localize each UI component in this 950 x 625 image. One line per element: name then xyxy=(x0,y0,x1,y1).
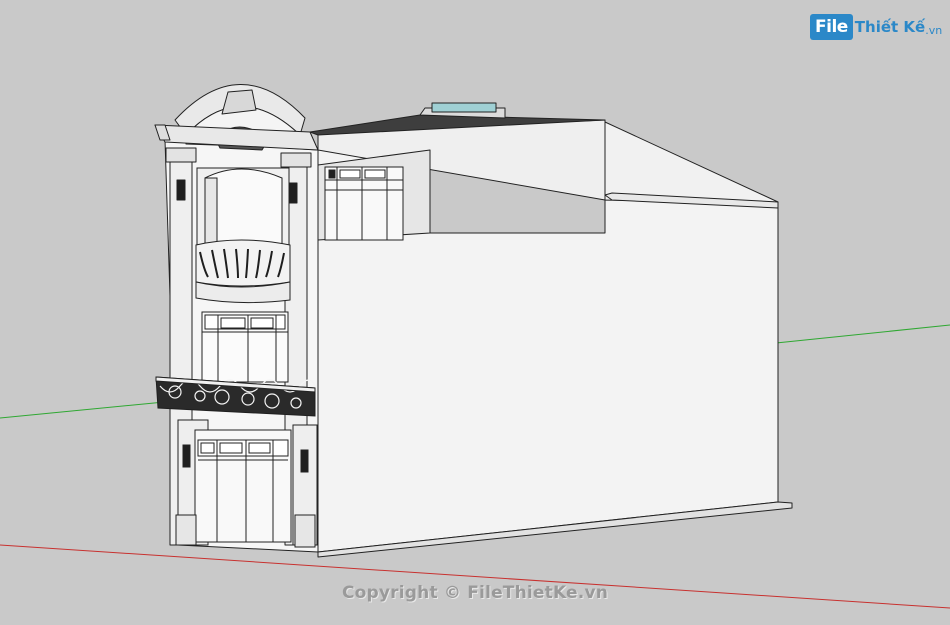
skylight xyxy=(431,102,497,113)
townhouse-model-canvas[interactable] xyxy=(0,0,950,625)
logo-tld-text: .vn xyxy=(925,23,943,37)
ground-floor-door xyxy=(175,419,318,548)
logo-box-text: File xyxy=(810,14,853,40)
model-viewport[interactable]: File Thiết Kế .vn Copyright © FileThietK… xyxy=(0,0,950,625)
top-balcony xyxy=(195,167,291,304)
rear-terrace-window xyxy=(324,166,404,241)
green-axis-line-far xyxy=(775,324,950,344)
middle-floor-door xyxy=(201,311,289,383)
logo-name-text: Thiết Kế xyxy=(854,18,926,36)
copyright-watermark: Copyright © FileThietKe.vn xyxy=(341,583,609,603)
filethietke-logo: File Thiết Kế .vn xyxy=(810,12,942,42)
